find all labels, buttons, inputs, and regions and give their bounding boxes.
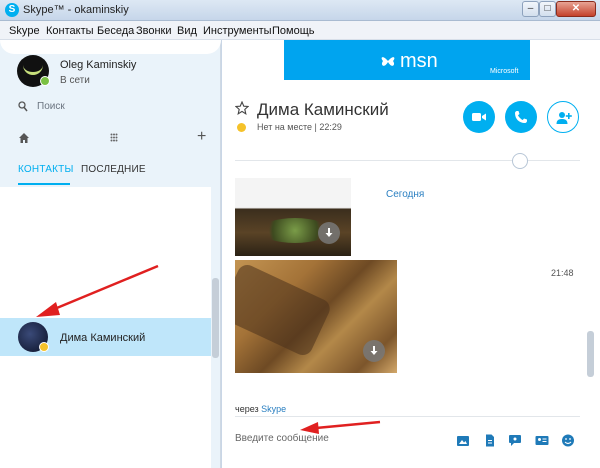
contact-card-icon[interactable] <box>535 434 549 447</box>
menu-item-help[interactable]: Помощь <box>272 25 315 37</box>
sent-via-label: через Skype <box>235 404 286 414</box>
online-status-icon <box>40 76 50 86</box>
tab-recent[interactable]: ПОСЛЕДНИЕ <box>81 164 146 175</box>
contact-list-scrollbar[interactable] <box>212 278 219 358</box>
call-button[interactable] <box>505 101 537 133</box>
chat-contact-name[interactable]: Дима Каминский <box>257 100 389 120</box>
window-title: Skype™ - okaminskiy <box>23 4 129 16</box>
phone-icon <box>515 111 527 123</box>
download-button[interactable] <box>363 340 385 362</box>
menu-item-conversation[interactable]: Беседа <box>97 25 134 37</box>
download-button[interactable] <box>318 222 340 244</box>
date-separator: Сегодня <box>386 189 425 200</box>
star-icon[interactable] <box>235 101 249 115</box>
ad-vendor: Microsoft <box>490 68 519 75</box>
chat-contact-status: Нет на месте | 22:29 <box>257 122 342 132</box>
maximize-button[interactable]: □ <box>539 1 556 17</box>
image-share-icon[interactable] <box>456 434 470 447</box>
menu-item-skype[interactable]: Skype <box>9 25 40 37</box>
input-divider <box>235 416 580 417</box>
active-tab-indicator <box>18 183 70 185</box>
file-icon[interactable] <box>483 434 497 447</box>
title-bar: S Skype™ - okaminskiy – □ ✕ <box>0 0 600 21</box>
plus-icon[interactable]: + <box>197 128 206 146</box>
search-input[interactable]: Поиск <box>37 101 65 112</box>
profile-status[interactable]: В сети <box>60 75 90 86</box>
ad-brand: msn <box>400 50 438 72</box>
profile-name[interactable]: Oleg Kaminskiy <box>60 59 136 71</box>
emoticon-icon[interactable] <box>561 434 575 447</box>
close-button[interactable]: ✕ <box>556 1 596 17</box>
search-icon[interactable] <box>18 101 28 113</box>
dialpad-icon[interactable] <box>110 133 118 143</box>
video-message-icon[interactable] <box>508 434 522 447</box>
profile-header-decoration <box>0 40 221 54</box>
conversation-scrollbar[interactable] <box>587 331 594 377</box>
away-status-icon <box>237 123 246 132</box>
tab-contacts[interactable]: КОНТАКТЫ <box>18 164 74 175</box>
via-app-link[interactable]: Skype <box>261 404 286 414</box>
menu-bar: Skype Контакты Беседа Звонки Вид Инструм… <box>0 21 600 40</box>
minimize-button[interactable]: – <box>522 1 539 17</box>
shared-photo[interactable] <box>235 178 351 256</box>
video-call-icon <box>472 113 486 121</box>
menu-item-tools[interactable]: Инструменты <box>203 25 272 37</box>
home-icon[interactable] <box>18 132 30 144</box>
away-status-icon <box>39 342 49 352</box>
skype-divider-icon <box>512 153 528 169</box>
contact-name[interactable]: Дима Каминский <box>60 332 145 344</box>
menu-item-contacts[interactable]: Контакты <box>46 25 94 37</box>
video-call-button[interactable] <box>463 101 495 133</box>
skype-logo-icon: S <box>5 3 19 17</box>
header-divider <box>235 160 580 161</box>
add-people-button[interactable] <box>547 101 579 133</box>
download-icon <box>325 228 333 237</box>
download-icon <box>370 346 378 355</box>
message-input[interactable] <box>235 431 435 445</box>
menu-item-calls[interactable]: Звонки <box>136 25 172 37</box>
msn-butterfly-icon <box>381 57 395 66</box>
message-timestamp: 21:48 <box>551 268 574 278</box>
menu-item-view[interactable]: Вид <box>177 25 197 37</box>
add-contact-icon <box>556 112 572 124</box>
via-prefix: через <box>235 404 259 414</box>
